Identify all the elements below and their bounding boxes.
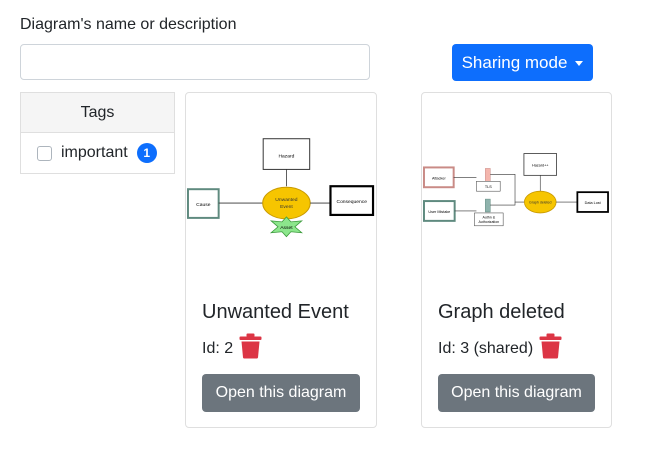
caret-down-icon [575, 61, 584, 66]
cause-node-label: Cause [196, 202, 211, 208]
asset-node-label: Asset [280, 225, 293, 231]
diagram-title: Unwanted Event [202, 301, 349, 323]
trash-icon[interactable] [239, 333, 262, 364]
diagram-card: Attacker User Mistake TLS Authn & Author… [421, 92, 612, 428]
diagram-thumbnail[interactable]: Hazard Cause Unwanted Event Consequence … [186, 133, 376, 283]
tag-item-important[interactable]: important 1 [20, 132, 175, 174]
diagram-id-row: Id: 2 [202, 333, 262, 364]
auth-label-line1: Authn & [482, 215, 495, 219]
diagram-card: Hazard Cause Unwanted Event Consequence … [185, 92, 377, 428]
name-field-label: Diagram's name or description [20, 16, 237, 33]
auth-label-line2: Authorization [478, 220, 499, 224]
consequence-node-label: Consequence [337, 199, 368, 205]
event-label-line2: Event [280, 204, 293, 210]
user-mistake-node-label: User Mistake [428, 210, 450, 214]
diagram-id-row: Id: 3 (shared) [438, 333, 562, 364]
name-input[interactable] [20, 44, 370, 80]
tls-label: TLS [485, 185, 492, 189]
tags-panel: Tags important 1 [20, 92, 175, 174]
barrier-tls [485, 168, 491, 182]
diagram-thumbnail[interactable]: Attacker User Mistake TLS Authn & Author… [422, 133, 611, 283]
diagram-title: Graph deleted [438, 301, 565, 323]
consequence-node-label: Data Lost [585, 201, 602, 205]
open-diagram-button[interactable]: Open this diagram [202, 374, 360, 412]
sharing-mode-button[interactable]: Sharing mode [452, 44, 593, 81]
connector [490, 202, 516, 206]
hazard-node-label: Hazard++ [532, 163, 548, 167]
tag-count-badge: 1 [136, 143, 157, 163]
diagram-id: Id: 2 [202, 339, 234, 357]
hazard-node-label: Hazard [278, 154, 294, 160]
sharing-mode-label: Sharing mode [461, 52, 568, 72]
diagram-id: Id: 3 (shared) [438, 339, 534, 357]
barrier-auth [485, 198, 491, 213]
attacker-node-label: Attacker [432, 176, 447, 180]
trash-icon[interactable] [539, 333, 562, 364]
open-diagram-button[interactable]: Open this diagram [438, 374, 595, 412]
tag-checkbox[interactable] [37, 145, 52, 161]
tag-label: important [61, 144, 128, 161]
tags-header: Tags [20, 92, 175, 132]
event-label: Graph deleted [529, 201, 552, 205]
event-label-line1: Unwanted [275, 197, 297, 203]
